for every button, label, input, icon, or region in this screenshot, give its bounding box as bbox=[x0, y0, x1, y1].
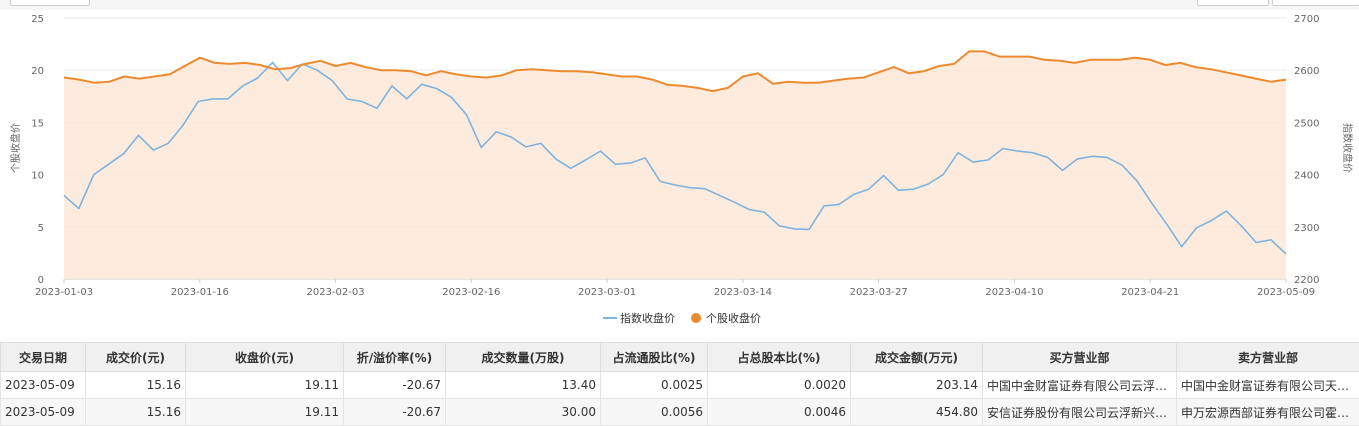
y-right-tick-label: 2400 bbox=[1294, 171, 1319, 182]
cell-close-price: 19.11 bbox=[186, 372, 344, 399]
cell-float-ratio: 0.0025 bbox=[601, 372, 708, 399]
table-row[interactable]: 2023-05-09 15.16 19.11 -20.67 30.00 0.00… bbox=[1, 399, 1359, 426]
col-header-total-ratio[interactable]: 占总股本比(%) bbox=[708, 343, 851, 372]
cell-buyer[interactable]: 中国中金财富证券有限公司云浮… bbox=[983, 372, 1177, 399]
y-axis-right-label: 指数收盘价 bbox=[1341, 123, 1354, 173]
chart-svg: 0 5 10 15 20 25 2200 2300 2400 2500 2600 2700 2023-0… bbox=[0, 0, 1359, 340]
col-header-volume[interactable]: 成交数量(万股) bbox=[446, 343, 601, 372]
col-header-close-price[interactable]: 收盘价(元) bbox=[186, 343, 344, 372]
col-header-amount[interactable]: 成交金额(万元) bbox=[851, 343, 983, 372]
cell-total-ratio: 0.0020 bbox=[708, 372, 851, 399]
col-header-buyer[interactable]: 买方营业部 bbox=[983, 343, 1177, 372]
cell-trade-date: 2023-05-09 bbox=[1, 372, 86, 399]
cell-trade-price: 15.16 bbox=[86, 372, 186, 399]
y-left-tick-label: 25 bbox=[31, 14, 44, 25]
y-left-tick-label: 15 bbox=[31, 118, 44, 129]
legend-index-label: 指数收盘价 bbox=[620, 311, 675, 325]
chart-legend: 指数收盘价 个股收盘价 bbox=[603, 311, 761, 325]
x-tick-label: 2023-02-16 bbox=[442, 287, 500, 298]
legend-item-stock[interactable]: 个股收盘价 bbox=[691, 311, 761, 325]
cell-volume: 13.40 bbox=[446, 372, 601, 399]
col-header-float-ratio[interactable]: 占流通股比(%) bbox=[601, 343, 708, 372]
cell-seller[interactable]: 申万宏源西部证券有限公司霍尔… bbox=[1177, 399, 1359, 426]
x-tick-label: 2023-04-21 bbox=[1121, 287, 1179, 298]
cell-volume: 30.00 bbox=[446, 399, 601, 426]
cell-trade-price: 15.16 bbox=[86, 399, 186, 426]
legend-item-index[interactable]: 指数收盘价 bbox=[603, 311, 675, 325]
cell-seller[interactable]: 中国中金财富证券有限公司天津… bbox=[1177, 372, 1359, 399]
y-left-tick-label: 0 bbox=[38, 275, 44, 286]
cell-amount: 454.80 bbox=[851, 399, 983, 426]
x-tick-label: 2023-05-09 bbox=[1257, 287, 1315, 298]
y-left-tick-label: 5 bbox=[38, 223, 44, 234]
cell-close-price: 19.11 bbox=[186, 399, 344, 426]
legend-stock-label: 个股收盘价 bbox=[706, 311, 761, 325]
col-header-trade-price[interactable]: 成交价(元) bbox=[86, 343, 186, 372]
col-header-premium-rate[interactable]: 折/溢价率(%) bbox=[344, 343, 446, 372]
x-tick-label: 2023-01-03 bbox=[35, 287, 93, 298]
x-tick-label: 2023-02-03 bbox=[306, 287, 364, 298]
y-right-tick-label: 2500 bbox=[1294, 118, 1319, 129]
block-trade-table: 交易日期 成交价(元) 收盘价(元) 折/溢价率(%) 成交数量(万股) 占流通… bbox=[0, 342, 1359, 426]
table-header-row: 交易日期 成交价(元) 收盘价(元) 折/溢价率(%) 成交数量(万股) 占流通… bbox=[1, 343, 1359, 372]
cell-trade-date: 2023-05-09 bbox=[1, 399, 86, 426]
y-right-tick-label: 2700 bbox=[1294, 14, 1319, 25]
y-left-tick-label: 20 bbox=[31, 66, 44, 77]
cell-amount: 203.14 bbox=[851, 372, 983, 399]
x-tick-label: 2023-04-10 bbox=[985, 287, 1043, 298]
x-tick-label: 2023-01-16 bbox=[171, 287, 229, 298]
x-tick-label: 2023-03-14 bbox=[714, 287, 772, 298]
x-tick-label: 2023-03-27 bbox=[850, 287, 908, 298]
cell-premium-rate: -20.67 bbox=[344, 372, 446, 399]
table-row[interactable]: 2023-05-09 15.16 19.11 -20.67 13.40 0.00… bbox=[1, 372, 1359, 399]
cell-float-ratio: 0.0056 bbox=[601, 399, 708, 426]
x-tick-label: 2023-03-01 bbox=[578, 287, 636, 298]
cell-buyer[interactable]: 安信证券股份有限公司云浮新兴… bbox=[983, 399, 1177, 426]
y-left-tick-label: 10 bbox=[31, 171, 44, 182]
y-right-tick-label: 2200 bbox=[1294, 275, 1319, 286]
y-axis-left-label: 个股收盘价 bbox=[9, 123, 22, 173]
cell-total-ratio: 0.0046 bbox=[708, 399, 851, 426]
y-right-tick-label: 2300 bbox=[1294, 223, 1319, 234]
col-header-seller[interactable]: 卖方营业部 bbox=[1177, 343, 1359, 372]
col-header-trade-date[interactable]: 交易日期 bbox=[1, 343, 86, 372]
price-chart: 0 5 10 15 20 25 2200 2300 2400 2500 2600 2700 2023-0… bbox=[0, 0, 1359, 340]
y-right-tick-label: 2600 bbox=[1294, 66, 1319, 77]
legend-stock-swatch bbox=[691, 313, 701, 323]
cell-premium-rate: -20.67 bbox=[344, 399, 446, 426]
